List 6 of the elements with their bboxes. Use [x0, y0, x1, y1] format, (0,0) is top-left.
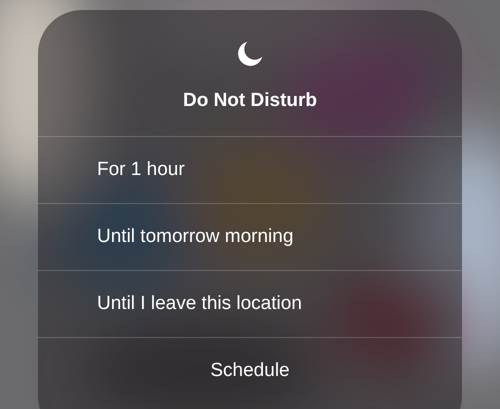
menu-option[interactable]: Until I leave this location	[97, 293, 302, 315]
menu-option[interactable]: For 1 hour	[97, 159, 185, 181]
schedule-button[interactable]: Schedule	[210, 360, 290, 382]
moon-icon	[236, 40, 264, 68]
menu-option[interactable]: Until tomorrow morning	[97, 226, 294, 248]
menu-title: Do Not Disturb	[182, 90, 318, 112]
